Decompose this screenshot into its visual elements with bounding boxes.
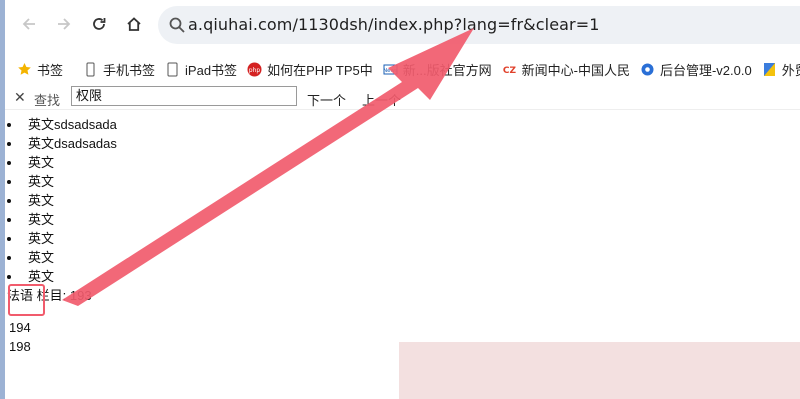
bookmark-label: 新闻中心-中国人民 — [521, 62, 630, 78]
news-icon: News — [383, 62, 398, 77]
browser-chrome: a.qiuhai.com/1130dsh/index.php?lang=fr&c… — [5, 0, 800, 89]
bookmark-label: 外贸 — [781, 62, 800, 78]
bookmark-item[interactable]: 外贸 — [762, 55, 800, 83]
bookmark-item[interactable]: 后台管理-v2.0.0 — [640, 55, 752, 83]
list-item: 英文 — [5, 229, 800, 248]
bookmark-label: 如何在PHP TP5中 — [267, 62, 373, 78]
close-icon[interactable]: ✕ — [14, 89, 26, 106]
lang-value: 193 — [69, 288, 92, 303]
find-prev-button[interactable]: 上一个 — [362, 90, 401, 109]
phone-icon — [83, 62, 98, 77]
home-icon — [127, 17, 141, 31]
bookmark-label: 手机书签 — [103, 62, 156, 78]
forward-button[interactable] — [50, 10, 78, 38]
url-text: a.qiuhai.com/1130dsh/index.php?lang=fr&c… — [188, 15, 600, 34]
list-item: 英文 — [5, 210, 800, 229]
tablet-icon — [165, 62, 180, 77]
find-next-button[interactable]: 下一个 — [307, 90, 346, 109]
arrow-left-icon — [22, 18, 35, 30]
arrow-right-icon — [58, 18, 71, 30]
list-item: 英文 — [5, 153, 800, 172]
svg-text:News: News — [383, 68, 398, 74]
lang-line: 法语 栏目: 193 — [5, 286, 800, 305]
pink-background-block — [399, 342, 800, 399]
gear-icon — [640, 62, 655, 77]
bookmark-label: 新...版社官方网 — [402, 62, 492, 78]
address-bar[interactable]: a.qiuhai.com/1130dsh/index.php?lang=fr&c… — [158, 6, 800, 44]
bookmark-label: 后台管理-v2.0.0 — [659, 62, 752, 78]
cz-icon: CZ — [502, 62, 517, 77]
svg-text:php: php — [249, 67, 261, 74]
bookmark-item[interactable]: CZ 新闻中心-中国人民 — [502, 55, 630, 83]
highlight-box — [8, 284, 45, 316]
list-item: 英文 — [5, 191, 800, 210]
list-item: 英文dsadsadas — [5, 134, 800, 153]
page-icon — [762, 62, 777, 77]
list-item: 英文 — [5, 172, 800, 191]
php-icon: php — [247, 62, 262, 77]
list-item: 英文 — [5, 267, 800, 286]
value-line: 198 — [9, 339, 31, 354]
reload-icon — [93, 18, 106, 30]
home-button[interactable] — [120, 10, 148, 38]
list-item: 英文sdsadsada — [5, 115, 800, 134]
find-label: 查找 — [34, 93, 61, 108]
bookmark-item[interactable]: php 如何在PHP TP5中 — [247, 55, 373, 83]
bookmark-item[interactable]: iPad书签 — [165, 55, 237, 83]
bookmark-item[interactable]: 书签 — [17, 55, 63, 83]
browser-toolbar: a.qiuhai.com/1130dsh/index.php?lang=fr&c… — [5, 0, 800, 50]
back-button[interactable] — [15, 10, 43, 38]
bookmark-label: 书签 — [37, 62, 64, 78]
list-item: 英文 — [5, 248, 800, 267]
svg-text:CZ: CZ — [503, 66, 517, 76]
bookmark-item[interactable]: 手机书签 — [83, 55, 155, 83]
find-bar: ✕ 查找 权限 下一个 上一个 — [5, 85, 800, 110]
item-list: 英文sdsadsada 英文dsadsadas 英文 英文 英文 英文 英文 英… — [5, 115, 800, 286]
find-input[interactable]: 权限 — [71, 86, 297, 106]
bookmark-item[interactable]: News 新...版社官方网 — [383, 55, 492, 83]
bookmarks-bar: 书签 手机书签 iPad书签 php 如何在PHP TP5中 News 新...… — [5, 50, 800, 88]
star-icon — [17, 62, 32, 77]
search-icon — [169, 17, 185, 33]
reload-button[interactable] — [85, 10, 113, 38]
bookmark-label: iPad书签 — [185, 62, 238, 78]
value-line: 194 — [9, 320, 31, 335]
